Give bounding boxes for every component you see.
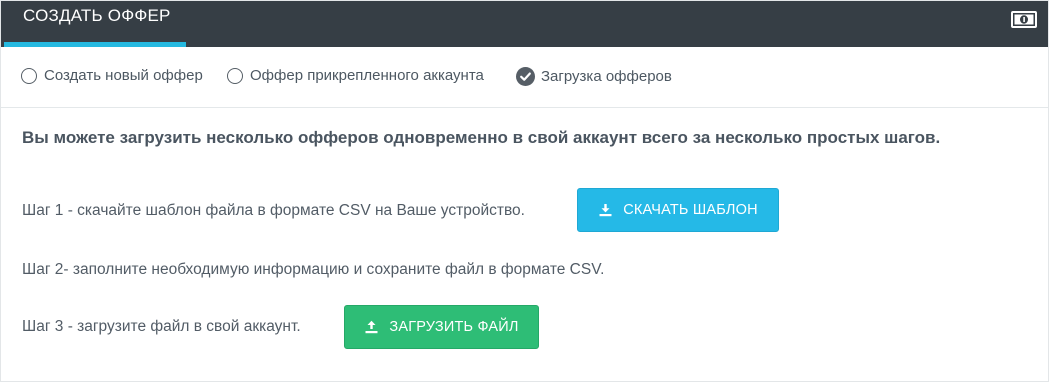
- radio-unchecked-icon[interactable]: [21, 67, 37, 84]
- option-label: Создать новый оффер: [44, 67, 203, 84]
- download-template-label: СКАЧАТЬ ШАБЛОН: [623, 202, 758, 218]
- intro-text: Вы можете загрузить несколько офферов од…: [22, 128, 941, 147]
- download-template-button[interactable]: СКАЧАТЬ ШАБЛОН: [577, 188, 779, 232]
- download-icon: [599, 204, 612, 217]
- step-2-text: Шаг 2- заполните необходимую информацию …: [22, 261, 605, 278]
- upload-file-button[interactable]: ЗАГРУЗИТЬ ФАЙЛ: [344, 305, 539, 349]
- option-upload-offers[interactable]: Загрузка офферов: [516, 67, 672, 86]
- option-attached-account-offer[interactable]: Оффер прикрепленного аккаунта: [227, 67, 484, 84]
- create-offer-panel: СОЗДАТЬ ОФФЕР Создать новый оффер Оффер …: [0, 0, 1049, 382]
- step-3-text: Шаг 3 - загрузите файл в свой аккаунт.: [22, 318, 301, 335]
- option-label: Оффер прикрепленного аккаунта: [250, 67, 484, 84]
- panel-title: СОЗДАТЬ ОФФЕР: [23, 6, 171, 25]
- step-1-text: Шаг 1 - скачайте шаблон файла в формате …: [22, 202, 525, 219]
- header-tab[interactable]: СОЗДАТЬ ОФФЕР: [4, 1, 186, 47]
- check-circle-icon[interactable]: [516, 67, 535, 86]
- option-label: Загрузка офферов: [541, 68, 672, 85]
- option-create-new-offer[interactable]: Создать новый оффер: [21, 67, 203, 84]
- upload-file-label: ЗАГРУЗИТЬ ФАЙЛ: [389, 319, 519, 335]
- radio-unchecked-icon[interactable]: [227, 67, 243, 84]
- upload-icon: [365, 320, 378, 334]
- money-icon[interactable]: [1011, 11, 1037, 28]
- panel-header: СОЗДАТЬ ОФФЕР: [1, 1, 1048, 47]
- offer-type-options: Создать новый оффер Оффер прикрепленного…: [1, 47, 1048, 108]
